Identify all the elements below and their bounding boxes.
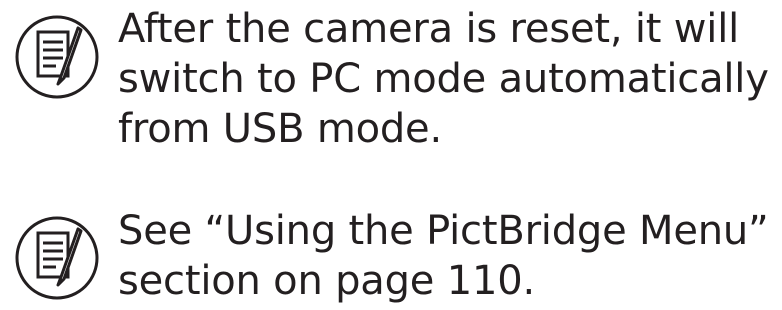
note-text-line: See “Using the PictBridge Menu” [118, 208, 769, 254]
note-text-line: from USB mode. [118, 106, 442, 152]
memo-note-icon [15, 15, 99, 99]
memo-note-icon [15, 216, 99, 300]
note-text-line: switch to PC mode automatically [118, 56, 769, 102]
note-text: See “Using the PictBridge Menu” section … [118, 206, 782, 306]
note-text: After the camera is reset, it will switc… [118, 4, 782, 154]
note-text-line: After the camera is reset, it will [118, 6, 740, 52]
note-text-line: section on page 110. [118, 258, 535, 304]
